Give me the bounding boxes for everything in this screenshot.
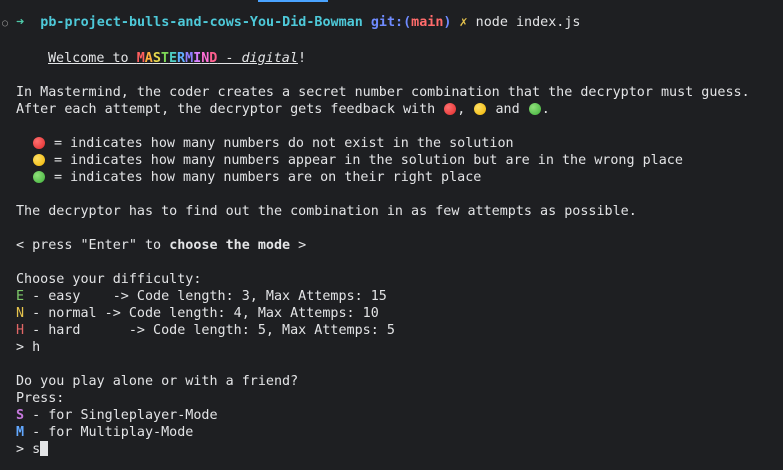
legend-yellow-text: = indicates how many numbers appear in t… <box>46 153 683 168</box>
prompt-arrow-icon: ➜ <box>16 15 25 30</box>
intro-line-2: After each attempt, the decryptor gets f… <box>16 101 550 118</box>
yellow-circle-icon <box>474 103 487 115</box>
multi-text: - for Multiplay-Mode <box>24 425 194 440</box>
yellow-circle-icon <box>33 154 45 166</box>
input-prompt: > <box>16 442 33 457</box>
legend-red-text: = indicates how many numbers do not exis… <box>46 136 514 151</box>
difficulty-normal: N - normal -> Code length: 4, Max Attemp… <box>16 305 379 322</box>
red-circle-icon <box>444 103 457 115</box>
legend-yellow: = indicates how many numbers appear in t… <box>32 152 683 169</box>
brand-letter: M <box>136 51 145 66</box>
press-enter-line: < press "Enter" to choose the mode > <box>16 237 306 254</box>
mode-multi: M - for Multiplay-Mode <box>16 424 193 441</box>
legend-green: = indicates how many numbers are on thei… <box>32 169 481 186</box>
goal-line: The decryptor has to find out the combin… <box>16 204 637 219</box>
easy-key: E <box>16 289 25 304</box>
multi-key: M <box>16 425 25 440</box>
press-enter-prefix: < press "Enter" to <box>16 238 170 253</box>
mastermind-brand: MASTERMIND <box>137 51 218 66</box>
difficulty-easy: E - easy -> Code length: 3, Max Attemps:… <box>16 288 387 305</box>
terminal-input[interactable]: s <box>32 442 40 457</box>
difficulty-answer: > h <box>16 340 41 355</box>
hard-key: H <box>16 323 25 338</box>
welcome-dash: - <box>217 51 242 66</box>
mode-question: Do you play alone or with a friend? <box>16 374 299 389</box>
shell-prompt: ○ ➜ pb-project-bulls-and-cows-You-Did-Bo… <box>2 14 580 31</box>
mode-single: S - for Singleplayer-Mode <box>16 407 218 424</box>
brand-letter: I <box>193 51 202 66</box>
current-directory: pb-project-bulls-and-cows-You-Did-Bowman <box>40 15 363 30</box>
brand-letter: E <box>168 51 177 66</box>
brand-letter: R <box>177 51 186 66</box>
difficulty-hard: H - hard -> Code length: 5, Max Attemps:… <box>16 322 395 339</box>
intro-sep-1: , <box>457 102 474 117</box>
dirty-mark-icon: ✗ <box>459 15 468 30</box>
status-circle-icon: ○ <box>2 18 9 29</box>
brand-letter: M <box>185 51 194 66</box>
welcome-prefix: Welcome to <box>48 51 137 66</box>
normal-text: - normal -> Code length: 4, Max Attemps:… <box>24 306 379 321</box>
mode-press: Press: <box>16 391 65 406</box>
terminal-input-line[interactable]: > s <box>16 441 49 458</box>
text-cursor <box>40 441 49 456</box>
red-circle-icon <box>33 137 45 149</box>
welcome-bang: ! <box>297 51 306 66</box>
legend-green-text: = indicates how many numbers are on thei… <box>46 170 482 185</box>
intro-line-2-text: After each attempt, the decryptor gets f… <box>16 102 444 117</box>
brand-letter: A <box>144 51 153 66</box>
press-enter-suffix: > <box>290 238 307 253</box>
welcome-digital: digital <box>241 51 298 66</box>
command-text: node index.js <box>475 15 581 30</box>
intro-line-1: In Mastermind, the coder creates a secre… <box>16 85 750 100</box>
press-enter-bold: choose the mode <box>169 238 291 253</box>
green-circle-icon <box>528 103 541 115</box>
git-branch: main <box>411 15 444 30</box>
welcome-line: Welcome to MASTERMIND - digital! <box>48 50 306 67</box>
hard-text: - hard -> Code length: 5, Max Attemps: 5 <box>24 323 395 338</box>
intro-sep-2: and <box>487 102 528 117</box>
tab-indicator <box>258 0 328 2</box>
brand-letter: S <box>152 51 161 66</box>
normal-key: N <box>16 306 25 321</box>
legend-red: = indicates how many numbers do not exis… <box>32 135 514 152</box>
green-circle-icon <box>33 171 45 183</box>
brand-letter: T <box>160 51 169 66</box>
difficulty-title: Choose your difficulty: <box>16 272 202 287</box>
single-key: S <box>16 408 25 423</box>
git-label: git:( <box>370 15 412 30</box>
single-text: - for Singleplayer-Mode <box>24 408 218 423</box>
intro-end: . <box>541 102 550 117</box>
easy-text: - easy -> Code length: 3, Max Attemps: 1… <box>24 289 387 304</box>
git-label-close: ) <box>443 15 452 30</box>
